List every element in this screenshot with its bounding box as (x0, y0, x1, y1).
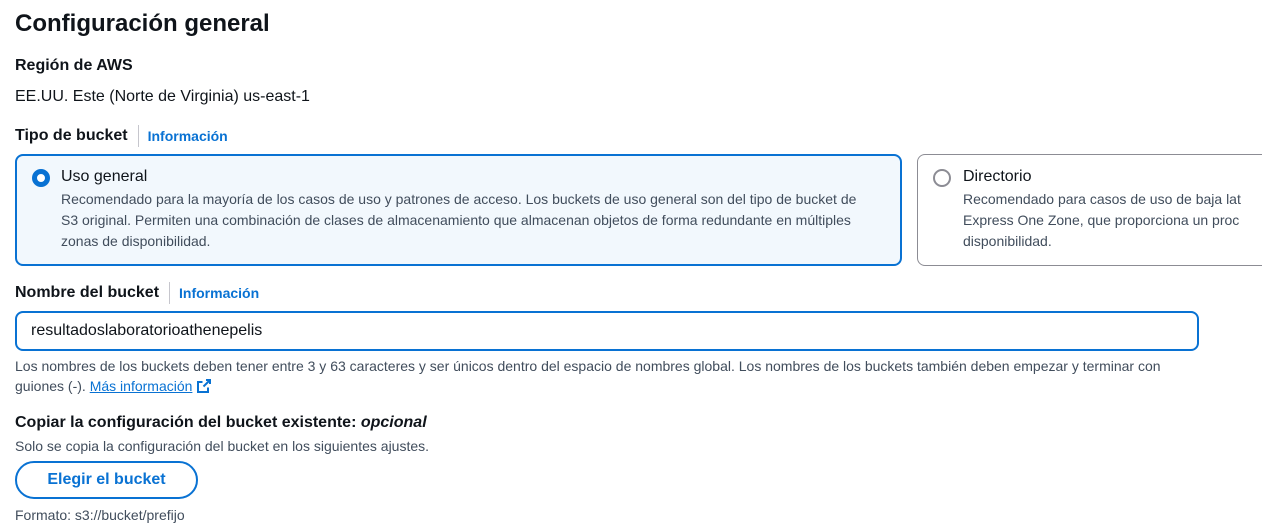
region-label: Región de AWS (15, 57, 133, 74)
bucket-type-general-description: Recomendado para la mayoría de los casos… (61, 191, 857, 249)
copy-config-format: Formato: s3://bucket/prefijo (15, 507, 185, 523)
bucket-type-header: Tipo de bucket Información (15, 125, 228, 147)
copy-config-title: Copiar la configuración del bucket exist… (15, 414, 357, 431)
radio-checked-icon[interactable] (32, 169, 50, 187)
bucket-type-general-tile[interactable]: Uso general Recomendado para la mayoría … (15, 154, 902, 266)
bucket-type-directory-title: Directorio (963, 168, 1032, 185)
bucket-name-input[interactable] (15, 311, 1199, 351)
bucket-type-general-title: Uso general (61, 168, 148, 185)
copy-config-label: Copiar la configuración del bucket exist… (15, 412, 427, 434)
bucket-type-info-link[interactable]: Información (148, 128, 228, 144)
choose-bucket-button[interactable]: Elegir el bucket (15, 461, 198, 499)
external-link-icon[interactable] (196, 378, 212, 399)
bucket-type-directory-description: Recomendado para casos de uso de baja la… (963, 191, 1241, 249)
info-divider (169, 282, 171, 304)
bucket-name-help: Los nombres de los buckets deben tener e… (15, 358, 1161, 374)
page-title: Configuración general (15, 10, 270, 37)
bucket-type-directory-tile[interactable]: Directorio Recomendado para casos de uso… (917, 154, 1262, 266)
radio-unchecked-icon[interactable] (933, 169, 951, 187)
copy-config-optional: opcional (360, 414, 427, 431)
bucket-name-help-continued: guiones (-). (15, 378, 86, 394)
info-divider (137, 125, 139, 147)
region-value: EE.UU. Este (Norte de Virginia) us-east-… (15, 88, 310, 105)
bucket-name-info-link[interactable]: Información (179, 285, 259, 301)
more-info-link[interactable]: Más información (90, 378, 193, 394)
bucket-name-help-line2: guiones (-). Más información (15, 376, 212, 399)
bucket-name-label: Nombre del bucket (15, 284, 160, 301)
copy-config-help: Solo se copia la configuración del bucke… (15, 438, 430, 454)
bucket-type-label: Tipo de bucket (15, 127, 128, 144)
bucket-name-header: Nombre del bucket Información (15, 282, 259, 304)
